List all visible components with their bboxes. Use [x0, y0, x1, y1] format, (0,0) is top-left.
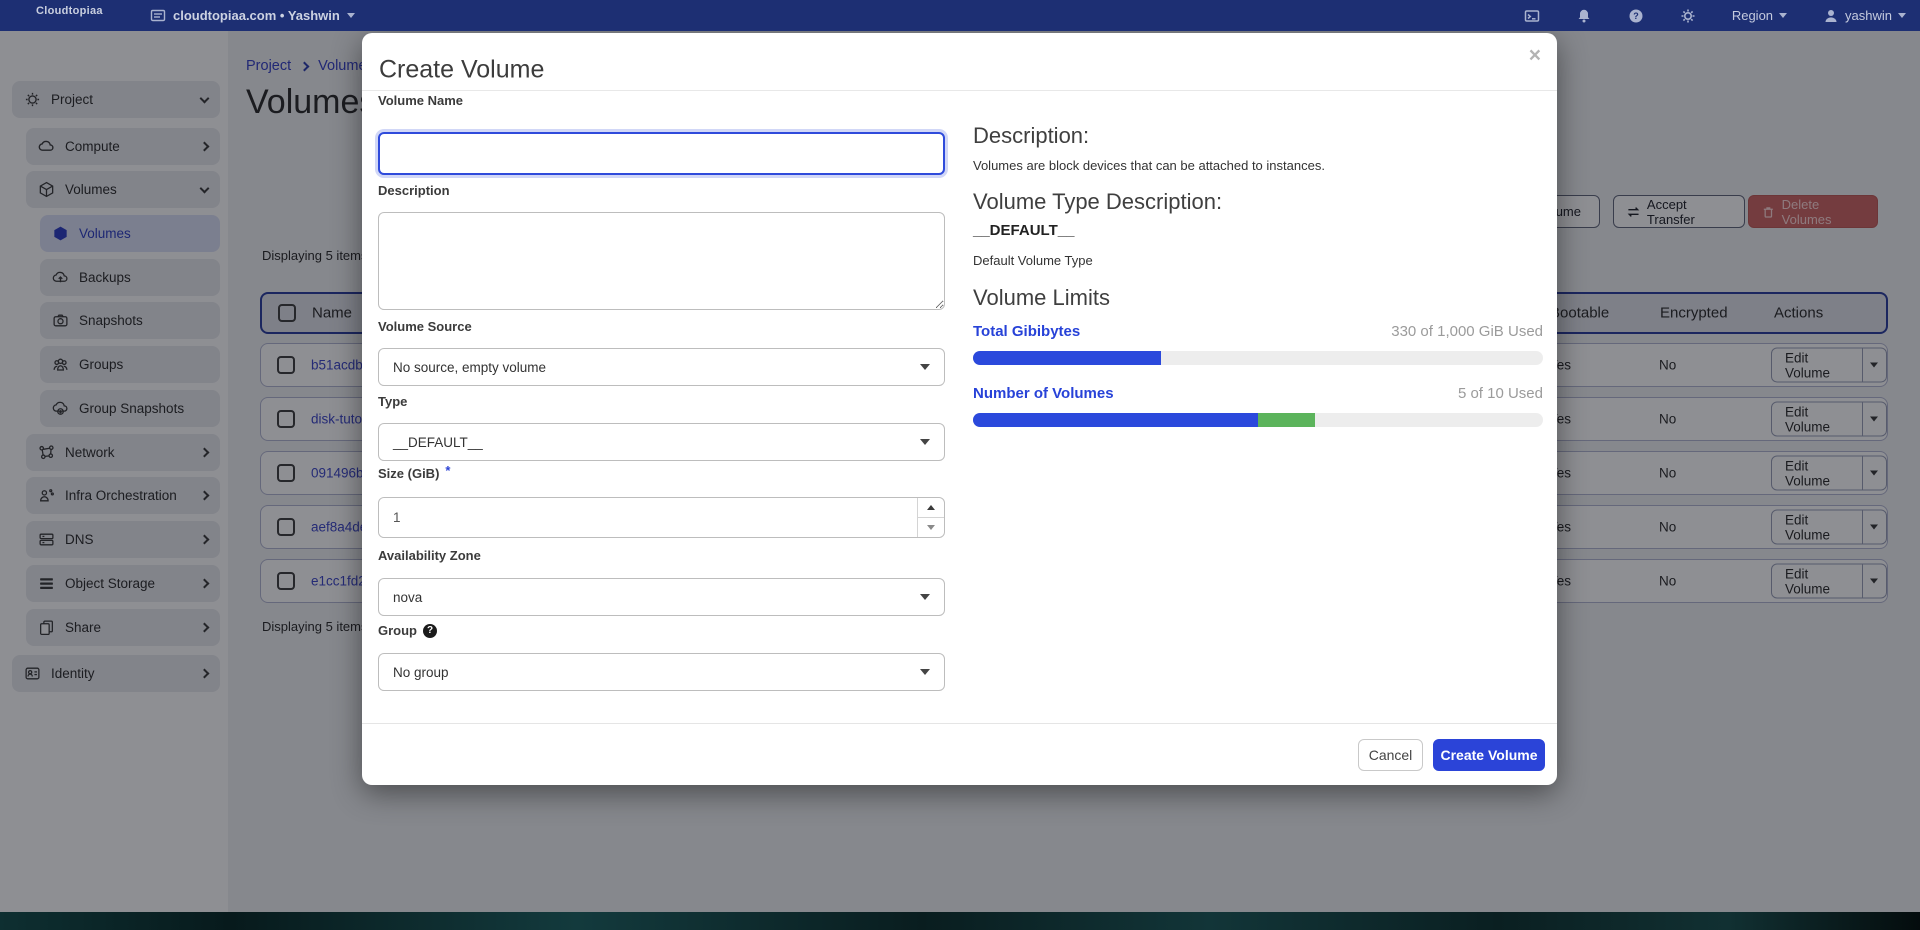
create-volume-modal: Create Volume × Volume Name Description … — [362, 33, 1557, 785]
progress-segment-added — [1258, 413, 1315, 427]
volume-source-label: Volume Source — [378, 319, 472, 334]
chevron-down-icon — [920, 594, 930, 600]
user-avatar-icon — [1823, 8, 1839, 24]
project-context-switcher[interactable]: cloudtopiaa.com • Yashwin — [150, 0, 355, 31]
brand-name: Cloudtopiaa — [36, 5, 103, 17]
cancel-button[interactable]: Cancel — [1358, 739, 1423, 771]
close-icon[interactable]: × — [1529, 45, 1541, 66]
chevron-down-icon — [920, 364, 930, 370]
chevron-down-icon — [1779, 13, 1787, 18]
type-select[interactable]: __DEFAULT__ — [378, 423, 945, 461]
group-help-icon[interactable]: ? — [423, 624, 437, 638]
volume-type-desc: Default Volume Type — [973, 253, 1093, 268]
terminal-icon[interactable] — [1524, 8, 1540, 24]
number-of-volumes-progress-bar — [973, 413, 1543, 427]
desktop-wallpaper-strip — [0, 912, 1920, 930]
size-label: Size (GiB)* — [378, 466, 450, 481]
progress-segment-used — [973, 413, 1258, 427]
volume-type-description-heading: Volume Type Description: — [973, 189, 1222, 215]
required-asterisk: * — [445, 463, 450, 478]
region-menu[interactable]: Region — [1732, 8, 1787, 23]
triangle-down-icon — [927, 525, 935, 530]
volume-source-value: No source, empty volume — [393, 360, 546, 375]
chevron-down-icon — [1898, 13, 1906, 18]
user-menu[interactable]: yashwin — [1823, 8, 1906, 24]
total-gibibytes-progress-bar — [973, 351, 1543, 365]
size-input[interactable] — [379, 498, 917, 537]
application-window: Cloudtopiaa cloudtopiaa.com • Yashwin ? … — [0, 0, 1920, 930]
availability-zone-label: Availability Zone — [378, 548, 481, 563]
modal-title: Create Volume — [379, 56, 544, 85]
type-value: __DEFAULT__ — [393, 435, 483, 450]
size-input-wrapper — [378, 497, 945, 538]
create-volume-submit-button[interactable]: Create Volume — [1433, 739, 1545, 771]
chevron-down-icon — [920, 669, 930, 675]
context-label: cloudtopiaa.com • Yashwin — [173, 8, 340, 23]
total-gibibytes-usage: 330 of 1,000 GiB Used — [1391, 323, 1543, 340]
user-name: yashwin — [1845, 8, 1892, 23]
description-body: Volumes are block devices that can be at… — [973, 158, 1325, 173]
availability-zone-value: nova — [393, 590, 422, 605]
number-of-volumes-label: Number of Volumes — [973, 385, 1114, 402]
progress-segment-used — [973, 351, 1161, 365]
volume-name-label: Volume Name — [378, 93, 463, 108]
notifications-bell-icon[interactable] — [1576, 8, 1592, 24]
top-navbar: Cloudtopiaa cloudtopiaa.com • Yashwin ? … — [0, 0, 1920, 31]
group-value: No group — [393, 665, 449, 680]
chevron-down-icon — [347, 13, 355, 18]
modal-header-divider — [362, 90, 1557, 91]
triangle-up-icon — [927, 505, 935, 510]
group-label: Group? — [378, 623, 437, 638]
number-of-volumes-usage: 5 of 10 Used — [1458, 385, 1543, 402]
spinner-down-button[interactable] — [918, 518, 944, 537]
description-heading: Description: — [973, 123, 1089, 149]
type-label: Type — [378, 394, 407, 409]
volume-type-name: __DEFAULT__ — [973, 222, 1074, 239]
description-textarea[interactable] — [378, 212, 945, 310]
settings-gear-icon[interactable] — [1680, 8, 1696, 24]
group-select[interactable]: No group — [378, 653, 945, 691]
help-icon[interactable]: ? — [1628, 8, 1644, 24]
region-label: Region — [1732, 8, 1773, 23]
volume-limits-heading: Volume Limits — [973, 285, 1110, 311]
brand-logo[interactable]: Cloudtopiaa — [36, 5, 103, 17]
volume-name-input[interactable] — [378, 132, 945, 175]
svg-text:?: ? — [1633, 11, 1639, 21]
domain-icon — [150, 8, 166, 24]
size-spinner — [917, 498, 944, 537]
volume-source-select[interactable]: No source, empty volume — [378, 348, 945, 386]
navbar-actions: ? Region yashwin — [1524, 0, 1906, 31]
modal-footer-divider — [362, 723, 1557, 724]
total-gibibytes-label: Total Gibibytes — [973, 323, 1080, 340]
availability-zone-select[interactable]: nova — [378, 578, 945, 616]
chevron-down-icon — [920, 439, 930, 445]
spinner-up-button[interactable] — [918, 498, 944, 518]
description-label: Description — [378, 183, 450, 198]
